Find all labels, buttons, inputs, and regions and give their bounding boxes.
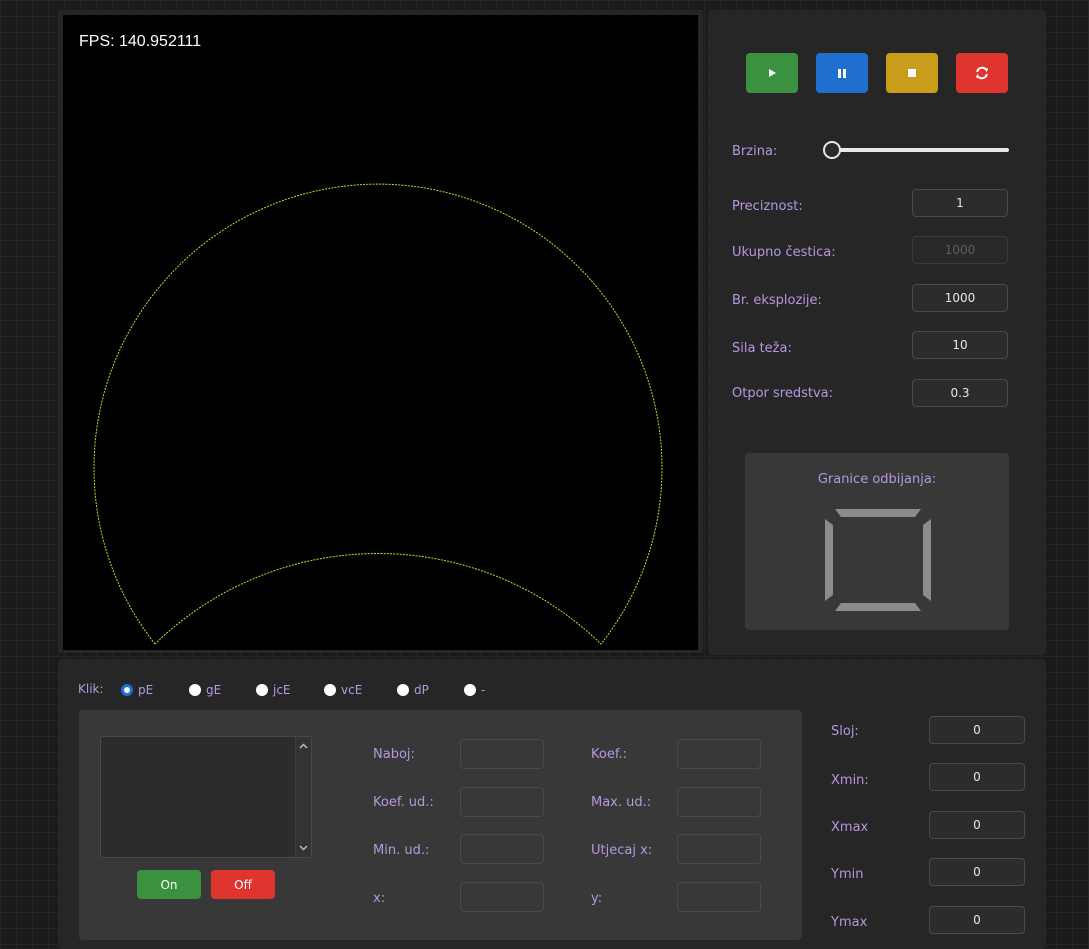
- coef-label: Koef.:: [591, 747, 627, 762]
- simulation-panel: FPS: 140.952111: [58, 10, 703, 653]
- max-dist-label: Max. ud.:: [591, 795, 652, 810]
- play-icon: [769, 69, 776, 77]
- y-label: y:: [591, 891, 603, 906]
- ymax-label: Ymax: [831, 915, 868, 930]
- emitter-list-textarea[interactable]: [100, 736, 312, 858]
- xmin-label: Xmin:: [831, 773, 869, 788]
- bounds-edges-icon: [825, 509, 931, 611]
- bound-right-toggle: [923, 519, 931, 601]
- radio-none[interactable]: -: [464, 683, 485, 697]
- gravity-input[interactable]: [912, 331, 1008, 359]
- explosion-count-input[interactable]: [912, 284, 1008, 312]
- gravity-label: Sila teža:: [732, 341, 792, 356]
- radio-pe[interactable]: pE: [121, 683, 153, 697]
- min-dist-label: Min. ud.:: [373, 843, 430, 858]
- off-button[interactable]: Off: [211, 870, 275, 899]
- speed-label: Brzina:: [732, 144, 778, 159]
- stop-button[interactable]: [886, 53, 938, 93]
- bounce-bounds-box: Granice odbijanja:: [745, 453, 1009, 630]
- play-button[interactable]: [746, 53, 798, 93]
- total-particles-input: [912, 236, 1008, 264]
- min-dist-input[interactable]: [460, 834, 544, 864]
- fps-counter: FPS: 140.952111: [79, 33, 202, 50]
- on-button[interactable]: On: [137, 870, 201, 899]
- influence-x-input[interactable]: [677, 834, 761, 864]
- radio-dot: [464, 684, 476, 696]
- xmin-input[interactable]: [929, 763, 1025, 791]
- coef-dist-input[interactable]: [460, 787, 544, 817]
- radio-ge[interactable]: gE: [189, 683, 221, 697]
- xmax-label: Xmax: [831, 820, 869, 835]
- radio-dot: [189, 684, 201, 696]
- bottom-panel: Klik: pE gE jcE vcE dP - On Off Naboj: K…: [58, 659, 1046, 949]
- y-input[interactable]: [677, 882, 761, 912]
- max-dist-input[interactable]: [677, 787, 761, 817]
- stop-icon: [908, 69, 916, 77]
- bound-top-toggle: [835, 509, 921, 517]
- pause-button[interactable]: [816, 53, 868, 93]
- ymax-input[interactable]: [929, 906, 1025, 934]
- bound-left-toggle: [825, 519, 833, 601]
- refresh-icon: [975, 66, 989, 80]
- total-particles-label: Ukupno čestica:: [732, 245, 836, 260]
- speed-slider-thumb[interactable]: [823, 141, 841, 159]
- click-mode-label: Klik:: [78, 682, 104, 696]
- influence-x-label: Utjecaj x:: [591, 843, 653, 858]
- emitter-params-box: On Off Naboj: Koef. ud.: Min. ud.: x: Ko…: [79, 710, 802, 940]
- ymin-label: Ymin: [831, 867, 864, 882]
- radio-dot: [256, 684, 268, 696]
- radio-jce[interactable]: jcE: [256, 683, 291, 697]
- xmax-input[interactable]: [929, 811, 1025, 839]
- radio-vce[interactable]: vcE: [324, 683, 362, 697]
- charge-label: Naboj:: [373, 747, 415, 762]
- scroll-up-icon[interactable]: [296, 739, 311, 753]
- reset-button[interactable]: [956, 53, 1008, 93]
- radio-dot: [397, 684, 409, 696]
- x-label: x:: [373, 891, 386, 906]
- x-input[interactable]: [460, 882, 544, 912]
- control-panel: Brzina: Preciznost: Ukupno čestica: Br. …: [708, 10, 1046, 655]
- speed-slider-track[interactable]: [833, 148, 1009, 152]
- scroll-down-icon[interactable]: [296, 841, 311, 855]
- simulation-canvas[interactable]: FPS: 140.952111: [63, 15, 698, 650]
- precision-label: Preciznost:: [732, 199, 803, 214]
- drag-label: Otpor sredstva:: [732, 386, 834, 401]
- charge-input[interactable]: [460, 739, 544, 769]
- radio-dot-checked: [121, 684, 133, 696]
- precision-input[interactable]: [912, 189, 1008, 217]
- coef-dist-label: Koef. ud.:: [373, 795, 434, 810]
- drag-input[interactable]: [912, 379, 1008, 407]
- radio-dp[interactable]: dP: [397, 683, 429, 697]
- radio-dot: [324, 684, 336, 696]
- particle-arc-outline: [93, 183, 663, 645]
- layer-input[interactable]: [929, 716, 1025, 744]
- particle-curve: [93, 183, 663, 645]
- bound-bottom-toggle: [835, 603, 921, 611]
- coef-input[interactable]: [677, 739, 761, 769]
- layer-label: Sloj:: [831, 724, 859, 739]
- textarea-scrollbar[interactable]: [295, 737, 311, 857]
- bounce-bounds-title: Granice odbijanja:: [817, 472, 937, 487]
- ymin-input[interactable]: [929, 858, 1025, 886]
- explosion-count-label: Br. eksplozije:: [732, 293, 822, 308]
- pause-icon: [838, 69, 846, 78]
